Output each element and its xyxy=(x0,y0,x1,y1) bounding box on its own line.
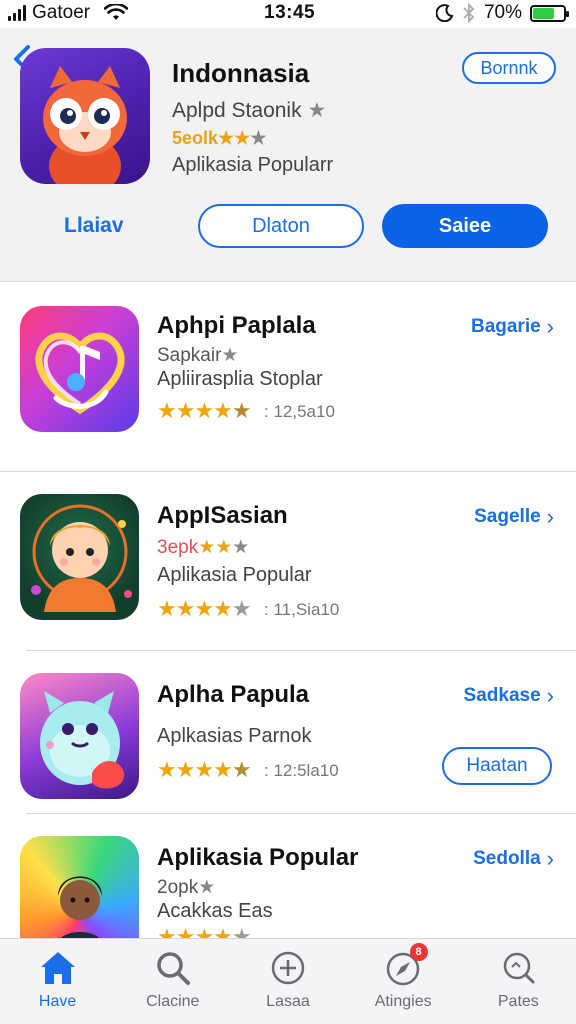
app-rating-count: : 11,Sia10 xyxy=(264,600,340,619)
app-rating-count: : 12,5a10 xyxy=(264,402,335,421)
app-link-button[interactable]: Sedolla › xyxy=(473,846,554,872)
tab-pages[interactable]: Pates xyxy=(461,939,576,1024)
star-icon: ★ xyxy=(307,99,327,122)
app-subtitle: Sapkair★ xyxy=(157,344,238,367)
battery-icon xyxy=(530,4,569,22)
person-glyph xyxy=(58,876,102,938)
status-left: Gatoer xyxy=(8,2,129,24)
chevron-right-icon: › xyxy=(546,504,554,529)
featured-primary-button[interactable]: Saiee xyxy=(382,204,548,248)
owl-mascot-icon xyxy=(43,66,127,184)
rating-stars: ★★ xyxy=(218,128,251,148)
app-star-rating: ★★★★★ xyxy=(157,398,252,423)
app-rating-count: : 12:5la10 xyxy=(264,761,339,780)
bluetooth-icon xyxy=(463,3,475,23)
status-bar: Gatoer 13:45 70% xyxy=(0,0,576,28)
app-link-button[interactable]: Bagarie › xyxy=(471,314,554,340)
app-description: Apliirasplia Stoplar xyxy=(157,368,323,390)
app-subtitle: 2opk★ xyxy=(157,876,215,899)
app-list-item[interactable]: Aplha Papula Aplkasias Parnok ★★★★★ : 12… xyxy=(0,651,576,813)
app-description: Acakkas Eas xyxy=(157,900,273,922)
creature-glyph xyxy=(40,691,125,789)
featured-app-title: Indonnasia xyxy=(172,58,310,88)
signal-icon xyxy=(8,5,26,21)
app-subtitle: 3epk★★★ xyxy=(157,536,249,559)
tab-label: Have xyxy=(38,993,77,1010)
tab-label: Clacine xyxy=(146,993,200,1010)
rating-stars: ★★ xyxy=(198,537,233,558)
tab-search[interactable]: Clacine xyxy=(115,939,230,1024)
status-time: 13:45 xyxy=(264,2,316,23)
creature-app-icon[interactable] xyxy=(20,673,139,799)
moon-icon xyxy=(435,4,454,22)
carrier-name: Gatoer xyxy=(32,2,91,23)
app-link-label: Sadkase xyxy=(463,685,541,706)
star-icon: ★ xyxy=(232,537,250,558)
featured-rating: 5eolk★★★ xyxy=(172,128,266,149)
featured-category: Aplikasia Popularr xyxy=(172,154,334,176)
featured-subtitle-text: Aplpd Staonik xyxy=(172,99,302,122)
app-subtitle-text: Sapkair xyxy=(157,345,222,366)
wifi-icon xyxy=(104,4,129,20)
tab-bar: Have Clacine Lasaa 8 Atingies Pates xyxy=(0,938,576,1024)
tab-label: Atingies xyxy=(374,993,432,1010)
tab-label: Pates xyxy=(497,993,539,1010)
heart-music-glyph xyxy=(35,332,125,415)
tab-activities[interactable]: 8 Atingies xyxy=(346,939,461,1024)
star-icon: ★ xyxy=(221,345,239,366)
cartoon-child-app-icon[interactable] xyxy=(20,494,139,620)
battery-percent: 70% xyxy=(483,2,522,23)
app-star-rating: ★★★★★ xyxy=(157,924,252,938)
app-description: Aplikasia Popular xyxy=(157,564,312,586)
app-link-button[interactable]: Sadkase › xyxy=(464,683,554,709)
app-name: Aplha Papula xyxy=(157,681,310,708)
notification-badge: 8 xyxy=(409,943,428,961)
featured-app-subtitle: Aplpd Staonik ★ xyxy=(172,98,326,123)
app-name: AppISasian xyxy=(157,502,288,529)
music-heart-app-icon[interactable] xyxy=(20,306,139,432)
chevron-right-icon: › xyxy=(546,683,554,708)
app-link-button[interactable]: Sagelle › xyxy=(474,504,554,530)
app-rating-count-value: 12:5la10 xyxy=(273,761,339,780)
app-link-label: Sagelle xyxy=(474,506,541,527)
featured-header: Indonnasia Aplpd Staonik ★ 5eolk★★★ Apli… xyxy=(0,28,576,282)
app-subtitle-text: 3epk xyxy=(157,537,199,558)
tab-add[interactable]: Lasaa xyxy=(230,939,345,1024)
app-list-item[interactable]: Aphpi Paplala Sapkair★ Apliirasplia Stop… xyxy=(0,282,576,472)
star-icon: ★ xyxy=(198,877,216,898)
magnifier-icon xyxy=(504,952,535,984)
app-link-label: Bagarie xyxy=(470,316,541,337)
tab-label: Lasaa xyxy=(266,993,310,1010)
app-name: Aplikasia Popular xyxy=(157,844,359,871)
featured-pill-button[interactable]: Bornnk xyxy=(462,52,556,84)
app-link-label: Sedolla xyxy=(473,848,541,869)
home-icon xyxy=(40,952,75,984)
portrait-app-icon[interactable] xyxy=(20,836,139,938)
featured-text-button[interactable]: Llaiav xyxy=(64,214,124,238)
app-description: Aplkasias Parnok xyxy=(157,725,312,747)
app-rating-count-value: 11,Sia10 xyxy=(273,600,340,619)
app-name: Aphpi Paplala xyxy=(157,312,316,339)
search-icon xyxy=(157,952,190,985)
featured-rating-text: 5eolk xyxy=(172,128,219,148)
app-list-item[interactable]: Aplikasia Popular 2opk★ Acakkas Eas ★★★★… xyxy=(0,814,576,938)
featured-app-icon[interactable] xyxy=(20,48,150,184)
app-rating-count-value: 12,5a10 xyxy=(273,402,335,421)
app-subtitle-text: 2opk xyxy=(157,877,199,898)
child-glyph xyxy=(31,504,132,612)
status-right: 70% xyxy=(435,2,569,24)
rating-star-empty: ★ xyxy=(250,128,267,148)
app-list-item[interactable]: AppISasian 3epk★★★ Aplikasia Popular ★★★… xyxy=(0,472,576,650)
chevron-right-icon: › xyxy=(546,314,554,339)
battery-level xyxy=(533,7,554,19)
featured-outline-button[interactable]: Dlaton xyxy=(198,204,364,248)
app-star-rating: ★★★★★ xyxy=(157,757,252,782)
app-action-button[interactable]: Haatan xyxy=(442,747,552,785)
tab-home[interactable]: Have xyxy=(0,939,115,1024)
chevron-right-icon: › xyxy=(546,846,554,871)
app-star-rating: ★★★★★ xyxy=(157,596,252,621)
plus-circle-icon xyxy=(271,951,305,985)
